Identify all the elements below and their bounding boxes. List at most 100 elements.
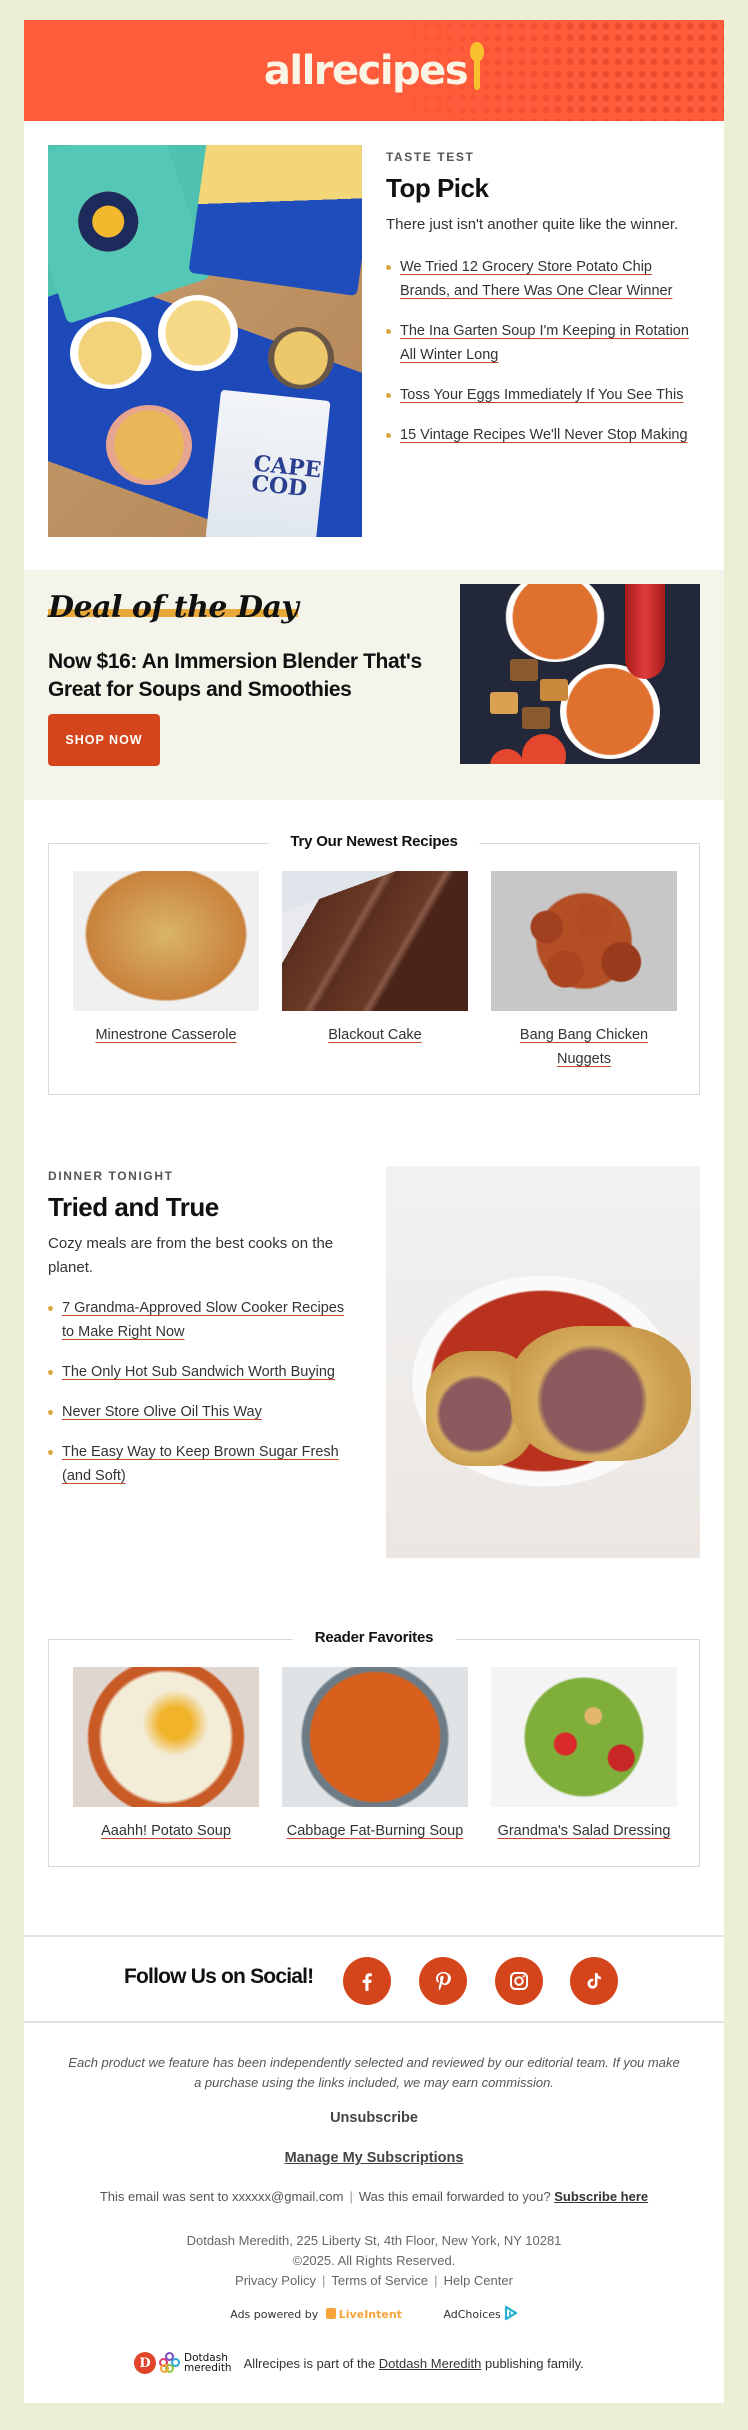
recipe-image[interactable]	[73, 1667, 259, 1807]
list-item: The Only Hot Sub Sandwich Worth Buying	[48, 1360, 348, 1384]
tiktok-button[interactable]	[570, 1957, 618, 2005]
newest-recipes-title: Try Our Newest Recipes	[268, 833, 480, 850]
recipe-image[interactable]	[491, 871, 677, 1011]
adchoices-link[interactable]: AdChoices	[443, 2305, 517, 2321]
deal-title: Deal of the Day	[48, 590, 299, 625]
liveintent-link[interactable]: LiveIntent	[325, 2308, 402, 2321]
dinner-title: Tried and True	[48, 1192, 219, 1222]
chip-bowl	[158, 295, 238, 371]
recipe-card[interactable]: Cabbage Fat-Burning Soup	[282, 1667, 468, 1843]
chip-bowl	[106, 405, 192, 485]
crouton	[522, 707, 550, 729]
forwarded-text: Was this email forwarded to you?	[358, 2189, 551, 2204]
legal-links: Privacy Policy | Terms of Service | Help Cen…	[24, 2271, 724, 2291]
list-item: 7 Grandma-Approved Slow Cooker Recipes t…	[48, 1296, 348, 1344]
immersion-blender	[625, 584, 665, 679]
allrecipes-logo[interactable]: allrecipes	[24, 42, 724, 96]
dotdash-d-logo-icon: D	[134, 2352, 156, 2374]
deal-of-the-day: Deal of the Day Now $16: An Immersion Bl…	[24, 570, 724, 800]
top-pick-links: We Tried 12 Grocery Store Potato Chip Br…	[386, 255, 696, 447]
manage-subscriptions-anchor[interactable]: Manage My Subscriptions	[285, 2150, 464, 2166]
recipe-link[interactable]: Cabbage Fat-Burning Soup	[287, 1823, 464, 1839]
list-item: Never Store Olive Oil This Way	[48, 1400, 348, 1424]
deal-headline[interactable]: Now $16: An Immersion Blender That's Gre…	[48, 648, 448, 704]
recipe-link[interactable]: Bang Bang Chicken Nuggets	[520, 1027, 648, 1067]
recipe-link[interactable]: Aaahh! Potato Soup	[101, 1823, 231, 1839]
unsubscribe-anchor[interactable]: Unsubscribe	[330, 2110, 418, 2126]
recipe-link[interactable]: Blackout Cake	[328, 1027, 422, 1043]
article-link[interactable]: 15 Vintage Recipes We'll Never Stop Maki…	[400, 427, 688, 443]
separator: |	[349, 2189, 353, 2204]
recipe-card[interactable]: Blackout Cake	[282, 871, 468, 1047]
tomato	[522, 734, 566, 764]
sent-to-text: This email was sent to xxxxxx@gmail.com	[99, 2189, 344, 2204]
article-link[interactable]: The Ina Garten Soup I'm Keeping in Rotat…	[400, 323, 689, 363]
article-link[interactable]: Toss Your Eggs Immediately If You See Th…	[400, 387, 683, 403]
article-link[interactable]: We Tried 12 Grocery Store Potato Chip Br…	[400, 259, 672, 299]
chip-bowl	[268, 327, 334, 389]
footer-address-block: Dotdash Meredith, 225 Liberty St, 4th Fl…	[24, 2231, 724, 2291]
recipe-card[interactable]: Bang Bang Chicken Nuggets	[491, 871, 677, 1071]
cabbage-rolls-image[interactable]	[386, 1166, 700, 1558]
publisher-family: D Dotdash meredith Allrecipes is part of …	[134, 2349, 584, 2377]
list-item: The Easy Way to Keep Brown Sugar Fresh (…	[48, 1440, 348, 1488]
recipe-image[interactable]	[73, 871, 259, 1011]
recipe-link[interactable]: Grandma's Salad Dressing	[498, 1823, 671, 1839]
recipe-image[interactable]	[282, 871, 468, 1011]
chip-bag-cape-cod: CAPE COD	[205, 389, 331, 537]
facebook-button[interactable]	[343, 1957, 391, 2005]
list-item: We Tried 12 Grocery Store Potato Chip Br…	[386, 255, 696, 303]
dotdash-meredith-link[interactable]: Dotdash Meredith	[379, 2356, 482, 2371]
recipe-image[interactable]	[282, 1667, 468, 1807]
manage-subscriptions-link[interactable]: Manage My Subscriptions	[24, 2150, 724, 2166]
recipe-card[interactable]: Grandma's Salad Dressing	[491, 1667, 677, 1843]
tomato-soup-blender-image[interactable]	[460, 584, 700, 764]
ads-powered-by-text: Ads powered by	[230, 2308, 319, 2321]
facebook-icon	[362, 1973, 372, 1991]
newest-recipes-box: Try Our Newest Recipes Minestrone Casser…	[48, 833, 700, 1095]
publisher-family-text: Allrecipes is part of the Dotdash Meredi…	[243, 2355, 584, 2371]
help-center-link[interactable]: Help Center	[444, 2273, 513, 2288]
subscribe-here-link[interactable]: Subscribe here	[554, 2189, 648, 2204]
privacy-policy-link[interactable]: Privacy Policy	[235, 2273, 316, 2288]
affiliate-disclaimer: Each product we feature has been indepen…	[68, 2055, 680, 2090]
pinterest-button[interactable]	[419, 1957, 467, 2005]
list-item: The Ina Garten Soup I'm Keeping in Rotat…	[386, 319, 696, 367]
separator: |	[321, 2273, 326, 2288]
list-item: 15 Vintage Recipes We'll Never Stop Maki…	[386, 423, 696, 447]
article-link[interactable]: The Easy Way to Keep Brown Sugar Fresh (…	[62, 1444, 339, 1484]
email-body: CAPE COD TASTE TEST Top Pick There just i…	[24, 121, 724, 2403]
top-pick-kicker: TASTE TEST	[386, 150, 475, 164]
terms-of-service-link[interactable]: Terms of Service	[331, 2273, 428, 2288]
dinner-dek: Cozy meals are from the best cooks on th…	[48, 1235, 334, 1276]
tomato	[490, 749, 524, 764]
cabbage-roll	[511, 1326, 691, 1461]
crouton	[510, 659, 538, 681]
social-bar: Follow Us on Social!	[24, 1935, 724, 2023]
dinner-links: 7 Grandma-Approved Slow Cooker Recipes t…	[48, 1296, 348, 1488]
recipe-link[interactable]: Minestrone Casserole	[95, 1027, 236, 1043]
recipe-image[interactable]	[491, 1667, 677, 1807]
email-header: allrecipes	[24, 20, 724, 121]
instagram-button[interactable]	[495, 1957, 543, 2005]
reader-favorites-title: Reader Favorites	[292, 1629, 456, 1646]
meredith-knot-icon	[159, 2352, 181, 2374]
liveintent-icon	[325, 2308, 336, 2319]
recipe-card[interactable]: Aaahh! Potato Soup	[73, 1667, 259, 1843]
potato-chips-image[interactable]: CAPE COD	[48, 145, 362, 537]
copyright: ©2025. All Rights Reserved.	[292, 2253, 456, 2268]
chip-bowl	[70, 317, 150, 389]
article-link[interactable]: The Only Hot Sub Sandwich Worth Buying	[62, 1364, 335, 1380]
unsubscribe-link[interactable]: Unsubscribe	[24, 2110, 724, 2126]
spoon-icon	[470, 42, 485, 92]
company-address: Dotdash Meredith, 225 Liberty St, 4th Fl…	[186, 2233, 562, 2248]
ads-line: Ads powered by LiveIntent AdChoices	[24, 2305, 724, 2321]
article-link[interactable]: 7 Grandma-Approved Slow Cooker Recipes t…	[62, 1300, 344, 1340]
shop-now-button[interactable]: SHOP NOW	[48, 714, 160, 766]
adchoices-icon	[504, 2305, 517, 2321]
separator: |	[434, 2273, 438, 2288]
crouton	[540, 679, 568, 701]
top-pick-title: Top Pick	[386, 173, 489, 203]
article-link[interactable]: Never Store Olive Oil This Way	[62, 1404, 262, 1420]
recipe-card[interactable]: Minestrone Casserole	[73, 871, 259, 1047]
